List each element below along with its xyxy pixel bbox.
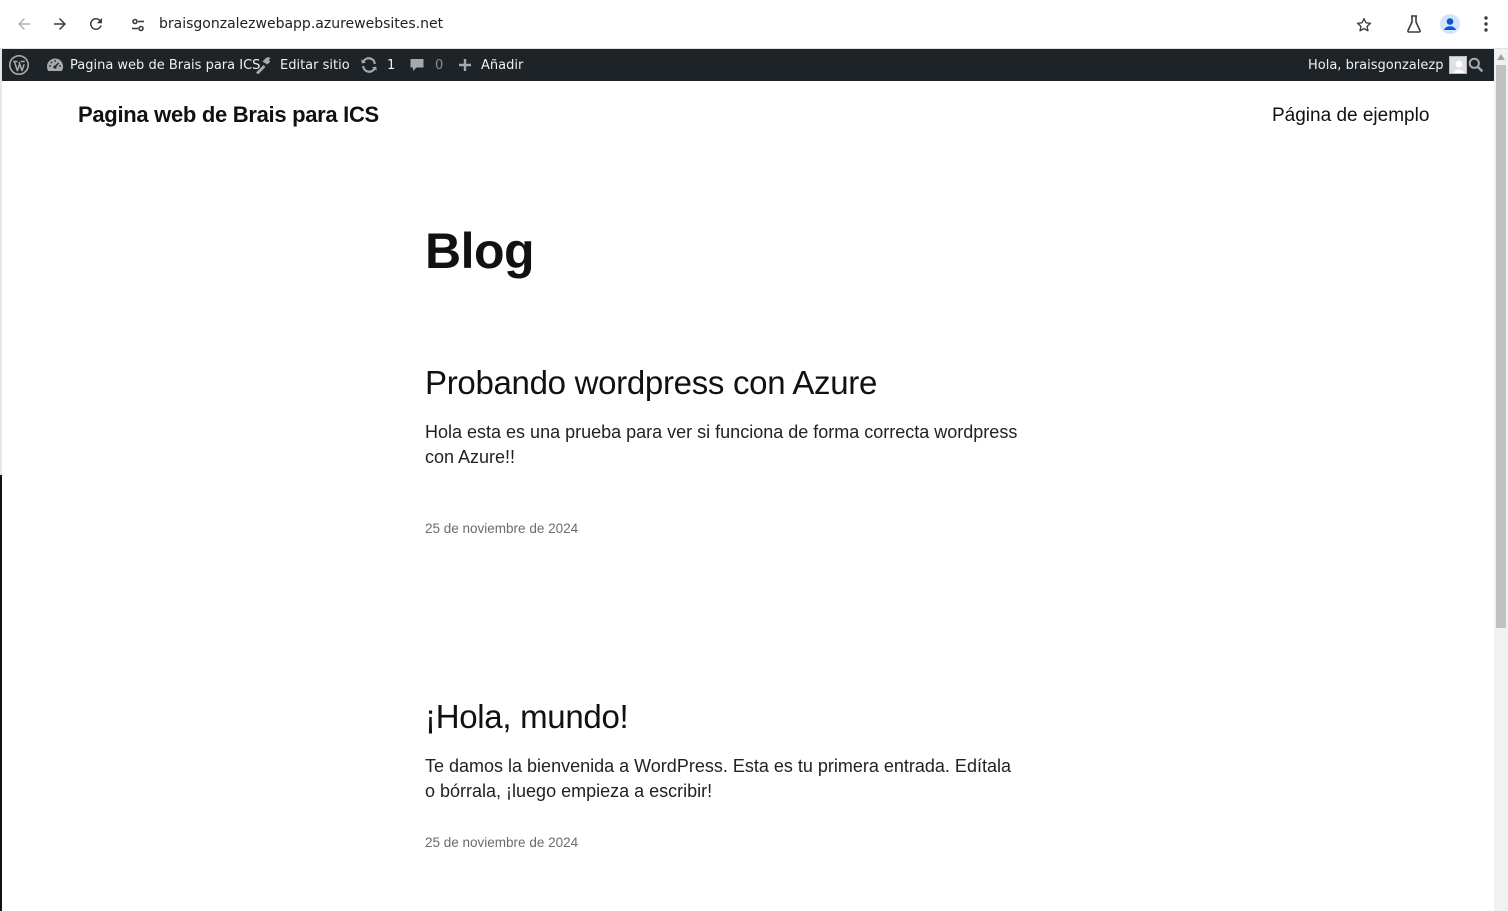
comment-bubble-icon — [410, 59, 424, 71]
flask-icon — [1407, 15, 1421, 33]
updates-link[interactable]: 1 — [359, 49, 395, 81]
reload-button[interactable] — [81, 9, 111, 39]
post-excerpt: Te damos la bienvenida a WordPress. Esta… — [425, 756, 1011, 801]
plus-icon — [459, 59, 471, 71]
forward-button[interactable] — [45, 9, 75, 39]
caret-up-icon — [1497, 54, 1505, 60]
window-edge-shadow — [0, 475, 2, 911]
arrow-right-icon — [54, 18, 66, 30]
post-title[interactable]: ¡Hola, mundo! — [425, 698, 629, 736]
paintbrush-hammer-icon — [256, 57, 271, 74]
bookmark-button[interactable] — [1354, 15, 1374, 35]
admin-site-name: Pagina web de Brais para ICS — [70, 57, 261, 73]
admin-search-button[interactable] — [1468, 49, 1484, 81]
browser-window: braisgonzalezwebapp.azurewebsites.net Pa… — [0, 0, 1508, 911]
labs-button[interactable] — [1401, 11, 1427, 37]
scrollbar-thumb[interactable] — [1496, 65, 1506, 628]
user-silhouette-icon — [1450, 57, 1467, 73]
site-info-button[interactable] — [128, 15, 148, 35]
browser-menu-button[interactable] — [1473, 11, 1499, 37]
updates-count: 1 — [387, 57, 396, 73]
edit-site-label: Editar sitio — [280, 57, 350, 73]
wordpress-logo-button[interactable] — [8, 49, 30, 81]
profile-button[interactable] — [1437, 11, 1463, 37]
post-date[interactable]: 25 de noviembre de 2024 — [425, 521, 578, 536]
browser-toolbar: braisgonzalezwebapp.azurewebsites.net — [0, 0, 1508, 49]
dashboard-gauge-icon — [47, 58, 64, 71]
updates-icon — [361, 57, 377, 73]
add-new-link[interactable]: Añadir — [458, 49, 523, 81]
greeting-text: Hola, braisgonzalezp — [1308, 57, 1444, 73]
post-date[interactable]: 25 de noviembre de 2024 — [425, 835, 578, 850]
wp-admin-bar: Pagina web de Brais para ICS Editar siti… — [2, 49, 1494, 81]
profile-icon — [1440, 14, 1460, 34]
scroll-up-arrow[interactable] — [1496, 52, 1506, 62]
page-title: Blog — [425, 223, 535, 279]
post-excerpt: Hola esta es una prueba para ver si func… — [425, 422, 1018, 467]
admin-site-name-link[interactable]: Pagina web de Brais para ICS — [46, 49, 260, 81]
url-text[interactable]: braisgonzalezwebapp.azurewebsites.net — [159, 16, 443, 32]
back-button[interactable] — [9, 9, 39, 39]
edit-site-link[interactable]: Editar sitio — [254, 49, 350, 81]
search-icon — [1468, 57, 1484, 73]
site-title[interactable]: Pagina web de Brais para ICS — [78, 102, 379, 128]
avatar — [1449, 56, 1468, 74]
post-title[interactable]: Probando wordpress con Azure — [425, 364, 877, 402]
arrow-left-icon — [18, 18, 30, 30]
comments-count: 0 — [435, 57, 444, 73]
wordpress-logo-icon — [9, 55, 29, 75]
reload-icon — [90, 18, 102, 30]
my-account-link[interactable]: Hola, braisgonzalezp — [1308, 49, 1468, 81]
address-bar[interactable]: braisgonzalezwebapp.azurewebsites.net — [120, 7, 1388, 42]
tune-icon — [132, 18, 144, 32]
add-new-label: Añadir — [481, 57, 524, 73]
star-icon — [1356, 17, 1372, 32]
kebab-menu-icon — [1484, 16, 1488, 32]
comments-link[interactable]: 0 — [409, 49, 443, 81]
nav-link-example-page[interactable]: Página de ejemplo — [1272, 105, 1429, 127]
